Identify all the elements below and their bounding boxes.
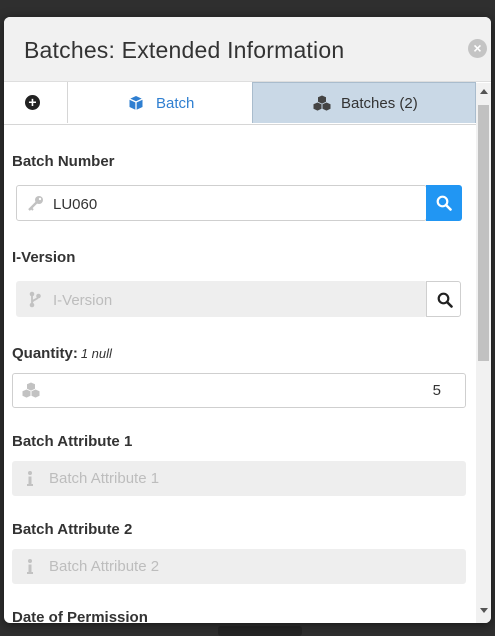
tab-bar: + Batch Batches (2): [4, 82, 476, 125]
scroll-up-arrow-icon[interactable]: [480, 89, 488, 94]
cubes-icon: [313, 95, 331, 116]
vertical-scrollbar[interactable]: [476, 83, 491, 623]
batch-number-field[interactable]: LU060: [16, 185, 427, 221]
i-version-placeholder: I-Version: [53, 292, 113, 309]
date-of-permission-label: Date of Permission: [12, 609, 148, 623]
batch-attribute-2-label: Batch Attribute 2: [12, 521, 133, 538]
form-content: Batch Number LU060 I-Version I-Version Q…: [4, 125, 476, 623]
quantity-value: 5: [432, 382, 441, 399]
tab-batch[interactable]: Batch: [68, 82, 251, 124]
scrollbar-thumb[interactable]: [478, 105, 489, 361]
dialog-header: Batches: Extended Information ×: [4, 17, 491, 82]
dialog-title: Batches: Extended Information: [24, 37, 345, 63]
cubes-icon: [22, 382, 40, 403]
quantity-label-text: Quantity:: [12, 345, 78, 362]
batch-attribute-2-field: Batch Attribute 2: [12, 549, 466, 584]
batch-attribute-1-label: Batch Attribute 1: [12, 433, 133, 450]
background-app-fragment-bottom: [218, 626, 302, 636]
batch-number-label: Batch Number: [12, 153, 115, 170]
plus-circle-icon: +: [25, 95, 40, 110]
tab-batches-label: Batches (2): [341, 95, 418, 112]
info-icon: [27, 559, 33, 580]
scroll-down-arrow-icon[interactable]: [480, 608, 488, 613]
info-icon: [27, 471, 33, 492]
code-branch-icon: [29, 291, 41, 313]
i-version-field: I-Version: [16, 281, 427, 317]
batch-attribute-1-placeholder: Batch Attribute 1: [49, 470, 160, 487]
batch-attribute-2-placeholder: Batch Attribute 2: [49, 558, 160, 575]
quantity-sublabel: 1 null: [80, 346, 112, 361]
i-version-label: I-Version: [12, 249, 76, 266]
cube-icon: [128, 95, 144, 116]
batch-number-value: LU060: [53, 196, 98, 213]
add-tab-button[interactable]: +: [4, 82, 68, 123]
key-icon: [27, 195, 44, 216]
batch-attribute-1-field: Batch Attribute 1: [12, 461, 466, 496]
batch-extended-info-dialog: Batches: Extended Information × + Batch: [4, 17, 491, 623]
tab-batches[interactable]: Batches (2): [252, 82, 476, 123]
tab-batch-label: Batch: [156, 95, 195, 112]
quantity-label: Quantity: 1 null: [12, 345, 112, 362]
i-version-search-button[interactable]: [426, 281, 461, 317]
quantity-field[interactable]: 5: [12, 373, 466, 408]
batch-number-search-button[interactable]: [426, 185, 462, 221]
close-icon[interactable]: ×: [468, 39, 487, 58]
